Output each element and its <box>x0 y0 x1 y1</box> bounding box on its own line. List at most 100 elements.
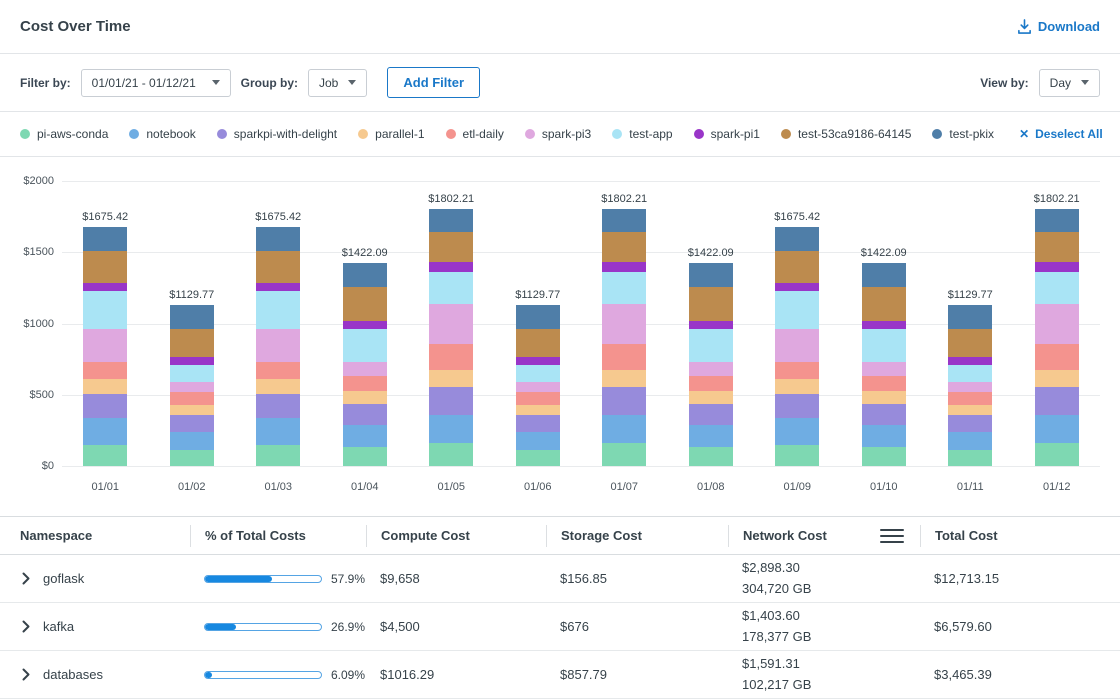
bar-segment-notebook[interactable] <box>948 432 992 451</box>
bar-segment-test-53ca9186-64145[interactable] <box>429 232 473 262</box>
legend-item-test-53ca9186-64145[interactable]: test-53ca9186-64145 <box>781 127 911 141</box>
bar-segment-test-pkix[interactable] <box>1035 209 1079 232</box>
bar-stack[interactable] <box>862 263 906 466</box>
bar-segment-test-pkix[interactable] <box>429 209 473 232</box>
bar-segment-test-app[interactable] <box>516 365 560 382</box>
bar-segment-test-53ca9186-64145[interactable] <box>256 251 300 283</box>
bar-segment-sparkpi-with-delight[interactable] <box>83 394 127 418</box>
bar-segment-etl-daily[interactable] <box>689 376 733 391</box>
legend-item-sparkpi-with-delight[interactable]: sparkpi-with-delight <box>217 127 337 141</box>
bar-segment-etl-daily[interactable] <box>343 376 387 391</box>
bar-segment-parallel-1[interactable] <box>83 379 127 394</box>
bar-segment-test-53ca9186-64145[interactable] <box>948 329 992 358</box>
bar-segment-spark-pi3[interactable] <box>83 329 127 362</box>
bar-segment-spark-pi1[interactable] <box>516 357 560 365</box>
bar-segment-test-app[interactable] <box>343 329 387 362</box>
bar-stack[interactable] <box>1035 209 1079 466</box>
bar-segment-test-pkix[interactable] <box>256 227 300 251</box>
bar-segment-test-app[interactable] <box>83 291 127 329</box>
bar-segment-notebook[interactable] <box>256 418 300 444</box>
bar-segment-test-pkix[interactable] <box>516 305 560 328</box>
bar-segment-spark-pi3[interactable] <box>516 382 560 392</box>
bar-segment-etl-daily[interactable] <box>602 344 646 370</box>
bar-segment-parallel-1[interactable] <box>256 379 300 394</box>
bar-segment-pi-aws-conda[interactable] <box>948 450 992 466</box>
bar-segment-pi-aws-conda[interactable] <box>775 445 819 466</box>
bar-segment-test-53ca9186-64145[interactable] <box>83 251 127 283</box>
bar-segment-test-53ca9186-64145[interactable] <box>602 232 646 262</box>
bar-segment-test-pkix[interactable] <box>170 305 214 328</box>
bar-segment-etl-daily[interactable] <box>256 362 300 379</box>
bar-segment-test-app[interactable] <box>689 329 733 362</box>
bar-segment-parallel-1[interactable] <box>343 391 387 404</box>
bar-segment-etl-daily[interactable] <box>429 344 473 370</box>
bar-segment-spark-pi3[interactable] <box>343 362 387 376</box>
bar-segment-parallel-1[interactable] <box>429 370 473 387</box>
bar-segment-spark-pi3[interactable] <box>256 329 300 362</box>
table-row-kafka[interactable]: kafka26.9%$4,500$676$1,403.60178,377 GB$… <box>0 603 1120 651</box>
bar-segment-spark-pi3[interactable] <box>775 329 819 362</box>
bar-segment-sparkpi-with-delight[interactable] <box>602 387 646 416</box>
bar-segment-test-pkix[interactable] <box>602 209 646 232</box>
bar-segment-notebook[interactable] <box>1035 415 1079 443</box>
bar-segment-spark-pi3[interactable] <box>429 304 473 344</box>
bar-segment-notebook[interactable] <box>170 432 214 451</box>
bar-stack[interactable] <box>602 209 646 466</box>
bar-segment-pi-aws-conda[interactable] <box>170 450 214 466</box>
column-menu-icon[interactable] <box>880 529 904 543</box>
bar-stack[interactable] <box>83 227 127 466</box>
bar-segment-spark-pi1[interactable] <box>343 321 387 330</box>
bar-segment-pi-aws-conda[interactable] <box>343 447 387 466</box>
bar-segment-parallel-1[interactable] <box>689 391 733 404</box>
bar-segment-pi-aws-conda[interactable] <box>83 445 127 466</box>
bar-segment-spark-pi1[interactable] <box>775 283 819 292</box>
bar-segment-sparkpi-with-delight[interactable] <box>689 404 733 425</box>
bar-segment-notebook[interactable] <box>83 418 127 444</box>
bar-segment-test-app[interactable] <box>775 291 819 329</box>
bar-segment-parallel-1[interactable] <box>602 370 646 387</box>
bar-segment-test-pkix[interactable] <box>83 227 127 251</box>
deselect-all-button[interactable]: ✕ Deselect All <box>1019 127 1103 141</box>
bar-segment-pi-aws-conda[interactable] <box>516 450 560 466</box>
bar-segment-spark-pi3[interactable] <box>1035 304 1079 344</box>
bar-segment-sparkpi-with-delight[interactable] <box>516 415 560 431</box>
bar-segment-test-app[interactable] <box>1035 272 1079 305</box>
bar-segment-spark-pi3[interactable] <box>602 304 646 344</box>
bar-segment-etl-daily[interactable] <box>775 362 819 379</box>
bar-segment-test-53ca9186-64145[interactable] <box>1035 232 1079 262</box>
bar-segment-test-app[interactable] <box>602 272 646 305</box>
bar-segment-parallel-1[interactable] <box>948 405 992 416</box>
table-row-databases[interactable]: databases6.09%$1016.29$857.79$1,591.3110… <box>0 651 1120 699</box>
bar-segment-notebook[interactable] <box>689 425 733 448</box>
download-button[interactable]: Download <box>1017 19 1100 34</box>
bar-segment-spark-pi1[interactable] <box>689 321 733 330</box>
bar-segment-parallel-1[interactable] <box>516 405 560 416</box>
legend-item-spark-pi1[interactable]: spark-pi1 <box>694 127 760 141</box>
bar-segment-etl-daily[interactable] <box>516 392 560 405</box>
bar-segment-test-pkix[interactable] <box>343 263 387 286</box>
bar-segment-test-53ca9186-64145[interactable] <box>862 287 906 321</box>
namespace-cell[interactable]: databases <box>0 667 190 682</box>
view-by-select[interactable]: Day <box>1039 69 1100 97</box>
bar-segment-test-app[interactable] <box>429 272 473 305</box>
bar-segment-pi-aws-conda[interactable] <box>1035 443 1079 466</box>
bar-stack[interactable] <box>948 305 992 466</box>
bar-segment-spark-pi3[interactable] <box>862 362 906 376</box>
legend-item-pi-aws-conda[interactable]: pi-aws-conda <box>20 127 108 141</box>
bar-segment-pi-aws-conda[interactable] <box>429 443 473 466</box>
legend-item-etl-daily[interactable]: etl-daily <box>446 127 504 141</box>
bar-segment-test-pkix[interactable] <box>862 263 906 286</box>
bar-segment-pi-aws-conda[interactable] <box>862 447 906 466</box>
bar-segment-parallel-1[interactable] <box>862 391 906 404</box>
bar-stack[interactable] <box>689 263 733 466</box>
bar-segment-test-app[interactable] <box>170 365 214 382</box>
bar-segment-spark-pi1[interactable] <box>1035 262 1079 271</box>
bar-segment-pi-aws-conda[interactable] <box>689 447 733 466</box>
bar-segment-spark-pi1[interactable] <box>602 262 646 271</box>
expand-chevron-icon[interactable] <box>22 620 30 633</box>
bar-segment-notebook[interactable] <box>775 418 819 444</box>
bar-segment-spark-pi1[interactable] <box>256 283 300 292</box>
bar-segment-sparkpi-with-delight[interactable] <box>256 394 300 418</box>
bar-stack[interactable] <box>775 227 819 466</box>
bar-segment-test-53ca9186-64145[interactable] <box>689 287 733 321</box>
